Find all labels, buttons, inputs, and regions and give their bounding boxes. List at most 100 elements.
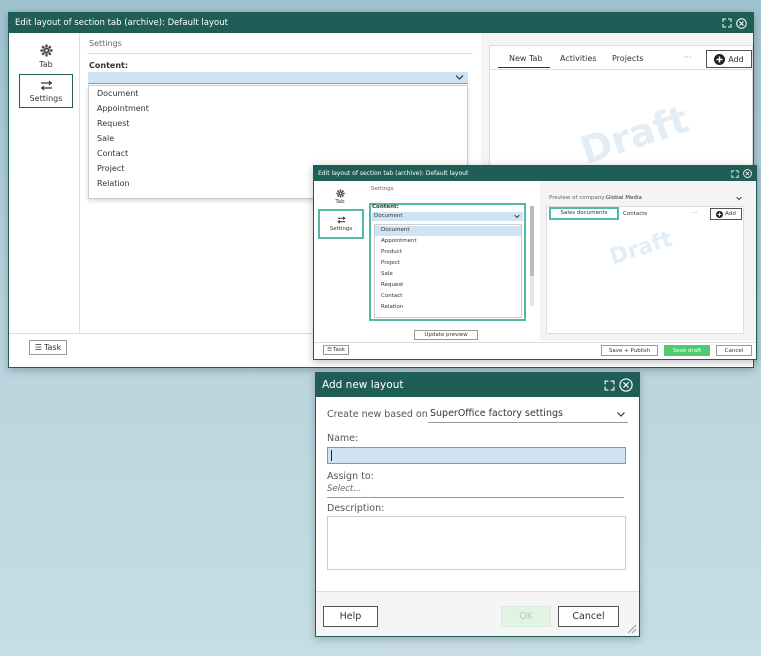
list-item[interactable]: Product xyxy=(381,249,402,256)
list-item[interactable]: Document xyxy=(97,90,467,105)
expand-icon[interactable] xyxy=(731,169,739,178)
sidebar-divider xyxy=(79,33,80,333)
sidebar-item-label: Tab xyxy=(335,199,345,205)
plus-circle-icon xyxy=(716,210,724,218)
content-dropdown[interactable] xyxy=(88,72,468,84)
list-item[interactable]: Document xyxy=(381,227,410,234)
tab-contacts[interactable]: Contacts xyxy=(623,211,647,217)
list-item[interactable]: Request xyxy=(381,282,403,289)
list-item[interactable]: Sale xyxy=(381,271,393,278)
task-button[interactable]: ☰ Task xyxy=(29,340,67,355)
list-item[interactable]: Contact xyxy=(97,150,467,165)
chevron-down-icon[interactable] xyxy=(736,196,742,201)
title-bar: Edit layout of section tab (archive): De… xyxy=(314,166,756,181)
title-bar: Edit layout of section tab (archive): De… xyxy=(9,13,753,33)
tab-label: Sales documents xyxy=(560,210,608,216)
content-dropdown-value: Document xyxy=(374,213,403,219)
tab-projects[interactable]: Projects xyxy=(612,54,644,63)
gear-icon xyxy=(39,43,53,57)
title-bar: Add new layout xyxy=(316,373,639,397)
gear-icon xyxy=(335,189,345,198)
add-label: Add xyxy=(725,211,736,217)
list-item[interactable]: Appointment xyxy=(97,105,467,120)
help-button[interactable]: Help xyxy=(323,606,378,627)
scrollbar[interactable] xyxy=(530,206,534,306)
task-button[interactable]: ☰ Task xyxy=(323,345,349,355)
based-on-label: Create new based on xyxy=(327,409,428,420)
chevron-down-icon xyxy=(617,412,625,417)
sidebar-item-settings[interactable]: Settings xyxy=(318,209,364,239)
more-tabs-icon[interactable]: ··· xyxy=(684,53,692,62)
assign-label: Assign to: xyxy=(327,471,374,482)
save-publish-label: Save + Publish xyxy=(608,347,651,354)
name-input[interactable] xyxy=(327,447,626,464)
hamburger-icon: ☰ xyxy=(34,343,42,352)
cancel-label: Cancel xyxy=(572,611,605,622)
list-item[interactable]: Appointment xyxy=(381,238,417,245)
content-label: Content: xyxy=(89,61,129,70)
list-item[interactable]: Project xyxy=(381,260,400,267)
resize-grip-icon[interactable] xyxy=(625,622,637,634)
edit-layout-window-preview: Edit layout of section tab (archive): De… xyxy=(313,165,757,360)
add-tab-button[interactable]: Add xyxy=(706,50,752,68)
preview-company-label: Preview of company: xyxy=(549,195,607,201)
expand-icon[interactable] xyxy=(604,380,615,391)
hamburger-icon: ☰ xyxy=(327,347,333,353)
settings-heading: Settings xyxy=(89,39,122,48)
list-item[interactable]: Relation xyxy=(381,304,403,311)
preview-company-value[interactable]: Global Media xyxy=(606,195,642,201)
based-on-value: SuperOffice factory settings xyxy=(430,408,563,419)
help-label: Help xyxy=(339,611,362,622)
ok-label: OK xyxy=(519,611,533,622)
expand-icon[interactable] xyxy=(722,18,732,28)
add-tab-button[interactable]: Add xyxy=(710,208,742,220)
settings-heading: Settings xyxy=(371,186,394,192)
settings-sliders-icon xyxy=(40,80,52,90)
sidebar-item-tab[interactable]: Tab xyxy=(19,39,73,73)
list-item[interactable]: Request xyxy=(97,120,467,135)
task-label: Task xyxy=(333,347,345,353)
settings-sliders-icon xyxy=(337,216,345,224)
save-draft-button[interactable]: Save draft xyxy=(664,345,710,356)
close-icon[interactable] xyxy=(736,17,747,29)
tab-active-underline xyxy=(498,67,550,68)
text-cursor xyxy=(331,450,332,461)
add-new-layout-dialog: Add new layout Create new based on Super… xyxy=(315,372,640,637)
add-label: Add xyxy=(728,54,744,64)
save-publish-button[interactable]: Save + Publish xyxy=(601,345,658,356)
sidebar-item-settings[interactable]: Settings xyxy=(19,74,73,108)
list-item[interactable]: Sale xyxy=(97,135,467,150)
content-options-list: Document Appointment Product Project Sal… xyxy=(374,224,522,318)
sidebar-item-label: Settings xyxy=(329,226,353,232)
chevron-down-icon xyxy=(514,214,520,219)
description-textarea[interactable] xyxy=(327,516,626,570)
settings-heading-divider xyxy=(87,53,473,54)
close-icon[interactable] xyxy=(743,169,752,178)
scrollbar-thumb[interactable] xyxy=(530,206,534,276)
tab-activities[interactable]: Activities xyxy=(560,54,597,63)
based-on-select[interactable]: SuperOffice factory settings xyxy=(428,406,628,423)
cancel-label: Cancel xyxy=(724,347,744,354)
ok-button[interactable]: OK xyxy=(501,606,551,627)
save-draft-label: Save draft xyxy=(672,347,702,354)
cancel-button[interactable]: Cancel xyxy=(716,345,752,356)
update-preview-button[interactable]: Update preview xyxy=(414,330,478,340)
tab-new-tab[interactable]: New Tab xyxy=(509,54,543,63)
cancel-button[interactable]: Cancel xyxy=(558,606,619,627)
tab-bar-divider xyxy=(489,69,753,70)
sidebar-item-tab[interactable]: Tab xyxy=(320,186,360,208)
dialog-title: Add new layout xyxy=(322,379,404,391)
more-tabs-icon[interactable]: ··· xyxy=(692,210,697,216)
window-title: Edit layout of section tab (archive): De… xyxy=(15,18,228,28)
window-title: Edit layout of section tab (archive): De… xyxy=(318,170,469,177)
tab-sales-documents[interactable]: Sales documents xyxy=(549,207,619,220)
list-item[interactable]: Contact xyxy=(381,293,402,300)
task-label: Task xyxy=(43,343,62,352)
description-label: Description: xyxy=(327,503,385,514)
content-dropdown[interactable]: Document xyxy=(372,212,523,221)
preview-card xyxy=(546,206,744,334)
assign-select[interactable]: Select... xyxy=(327,484,624,498)
chevron-down-icon xyxy=(455,75,464,80)
close-icon[interactable] xyxy=(619,378,633,392)
sidebar-item-label: Settings xyxy=(29,93,63,103)
